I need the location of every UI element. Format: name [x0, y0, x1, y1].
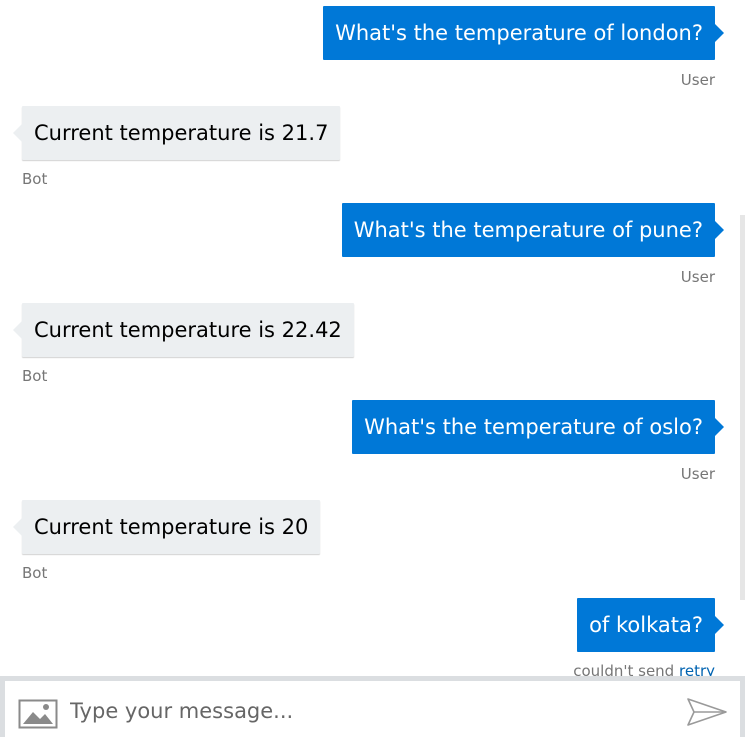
message-sender-label: User — [680, 465, 715, 483]
send-failed-label: couldn't send — [573, 662, 675, 676]
user-message-bubble: What's the temperature of pune? — [341, 203, 725, 257]
send-icon — [687, 698, 727, 726]
bot-message-bubble: Current temperature is 20 — [12, 500, 321, 554]
bot-message-bubble: Current temperature is 22.42 — [13, 303, 354, 357]
chat-history[interactable]: What's the temperature of london? User C… — [0, 0, 745, 676]
message-sender-label: Bot — [22, 564, 48, 582]
retry-link[interactable]: retry — [679, 662, 715, 676]
user-message-bubble: What's the temperature of oslo? — [352, 400, 724, 454]
message-composer — [0, 676, 745, 737]
message-sender-label: User — [680, 71, 715, 89]
message-sender-label: User — [680, 268, 715, 286]
send-button[interactable] — [686, 697, 728, 727]
message-sender-label: Bot — [22, 367, 48, 385]
bot-message-bubble: Current temperature is 21.7 — [12, 106, 341, 160]
send-failed-status: couldn't send retry — [573, 662, 715, 676]
user-message-bubble: of kolkata? — [577, 598, 724, 652]
upload-image-button[interactable] — [18, 699, 58, 729]
chat-window: What's the temperature of london? User C… — [0, 0, 745, 737]
message-input[interactable] — [70, 691, 650, 731]
scrollbar[interactable] — [740, 215, 745, 600]
message-sender-label: Bot — [22, 170, 48, 188]
image-icon — [18, 699, 58, 729]
user-message-bubble: What's the temperature of london? — [323, 6, 724, 60]
